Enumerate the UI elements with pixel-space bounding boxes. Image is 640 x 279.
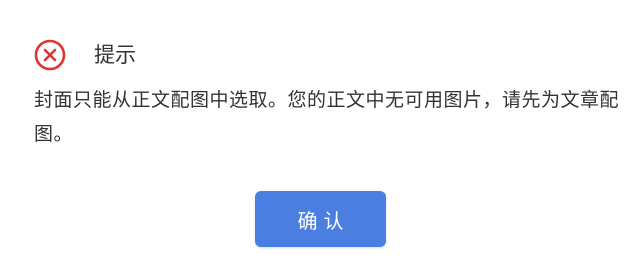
- error-x-icon: [34, 39, 66, 71]
- dialog-title: 提示: [94, 43, 136, 67]
- dialog-message: 封面只能从正文配图中选取。您的正文中无可用图片，请先为文章配图。: [34, 89, 620, 145]
- dialog-header: 提示: [34, 38, 136, 72]
- alert-dialog: 提示 封面只能从正文配图中选取。您的正文中无可用图片，请先为文章配图。 确认: [0, 0, 640, 279]
- confirm-button[interactable]: 确认: [255, 191, 386, 247]
